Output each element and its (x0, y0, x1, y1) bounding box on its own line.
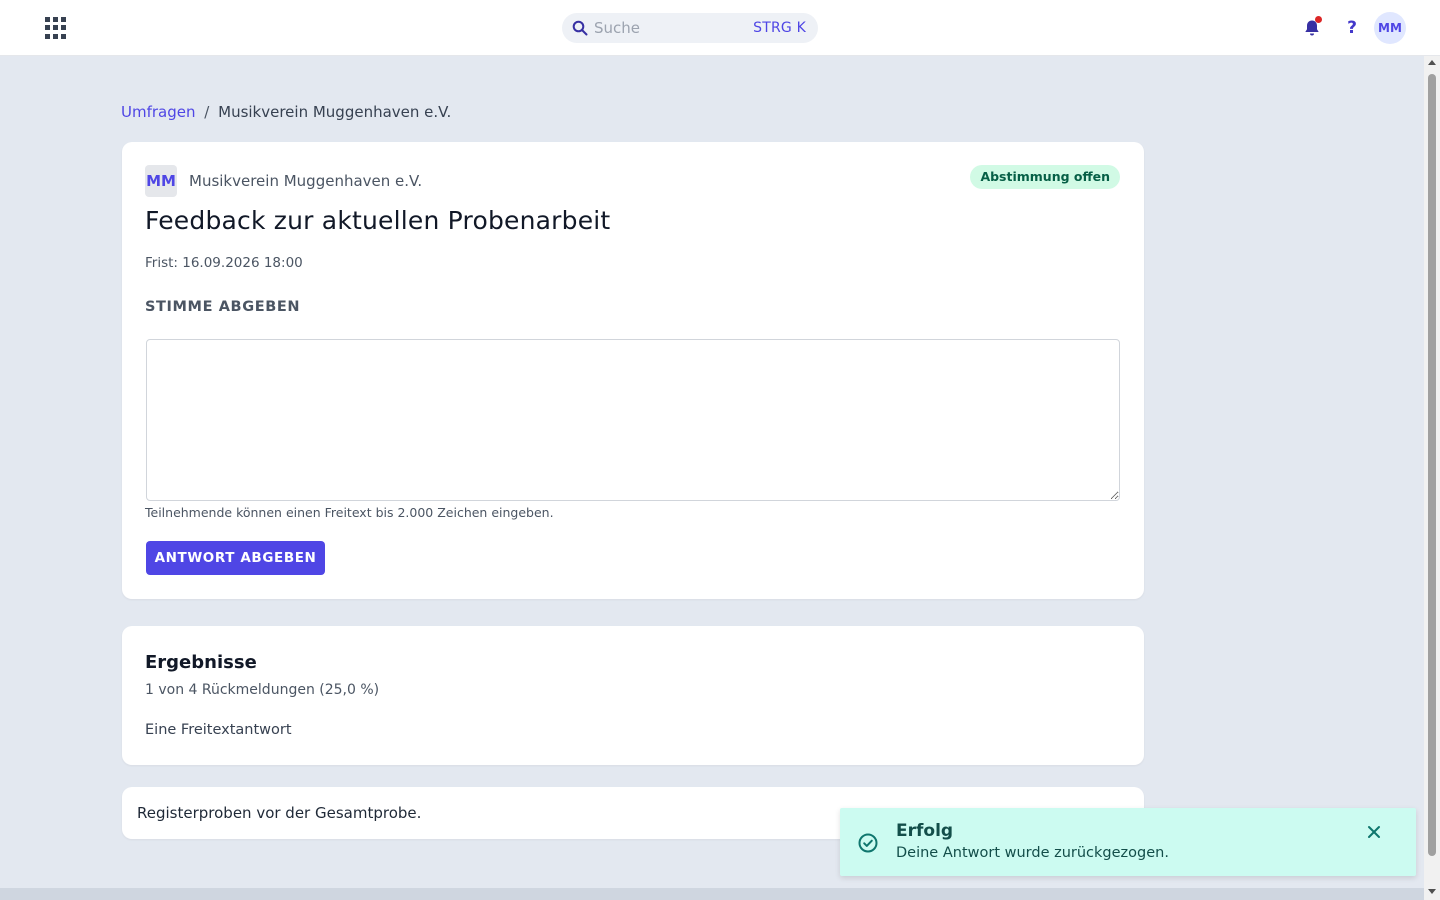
footer (0, 888, 1424, 900)
breadcrumb-link-umfragen[interactable]: Umfragen (121, 103, 196, 121)
results-type-label: Eine Freitextantwort (145, 722, 292, 738)
search-icon (572, 20, 588, 36)
results-summary: 1 von 4 Rückmeldungen (25,0 %) (145, 682, 380, 698)
status-badge: Abstimmung offen (970, 165, 1120, 189)
poll-deadline: Frist: 16.09.2026 18:00 (145, 255, 303, 271)
notifications-button[interactable] (1302, 16, 1322, 38)
scroll-up-icon[interactable] (1428, 60, 1436, 65)
toast-message: Deine Antwort wurde zurückgezogen. (896, 845, 1169, 861)
breadcrumb-separator: / (204, 103, 210, 121)
success-toast: Erfolg Deine Antwort wurde zurückgezogen… (840, 808, 1416, 876)
answer-hint: Teilnehmende können einen Freitext bis 2… (145, 505, 554, 520)
apps-grid-icon[interactable] (44, 16, 68, 40)
vote-section-label: STIMME ABGEBEN (145, 299, 301, 315)
search-input[interactable] (594, 19, 744, 37)
search-bar[interactable]: STRG K (562, 13, 818, 43)
page-title: Feedback zur aktuellen Probenarbeit (145, 206, 611, 235)
organization-avatar: MM (145, 165, 177, 197)
notification-badge (1315, 16, 1322, 23)
toast-title: Erfolg (896, 821, 954, 841)
page-scrollbar[interactable] (1424, 56, 1440, 900)
close-icon[interactable] (1366, 824, 1382, 840)
poll-card: MM Musikverein Muggenhaven e.V. Abstimmu… (122, 142, 1144, 599)
scrollbar-thumb[interactable] (1428, 74, 1436, 856)
user-avatar[interactable]: MM (1374, 12, 1406, 44)
breadcrumb-current: Musikverein Muggenhaven e.V. (218, 103, 452, 121)
scroll-down-icon[interactable] (1428, 889, 1436, 894)
results-title: Ergebnisse (145, 652, 257, 673)
help-icon[interactable]: ? (1343, 16, 1361, 40)
check-circle-icon (858, 833, 878, 853)
organization-name: Musikverein Muggenhaven e.V. (189, 172, 423, 190)
freetext-answer: Registerproben vor der Gesamtprobe. (137, 804, 422, 822)
organization-row: MM Musikverein Muggenhaven e.V. (145, 165, 422, 197)
submit-answer-button[interactable]: ANTWORT ABGEBEN (146, 541, 325, 575)
answer-textarea[interactable] (146, 339, 1120, 501)
search-shortcut: STRG K (753, 20, 806, 36)
results-card: Ergebnisse 1 von 4 Rückmeldungen (25,0 %… (122, 626, 1144, 765)
breadcrumb: Umfragen / Musikverein Muggenhaven e.V. (121, 103, 451, 121)
top-bar: STRG K ? MM (0, 0, 1440, 56)
